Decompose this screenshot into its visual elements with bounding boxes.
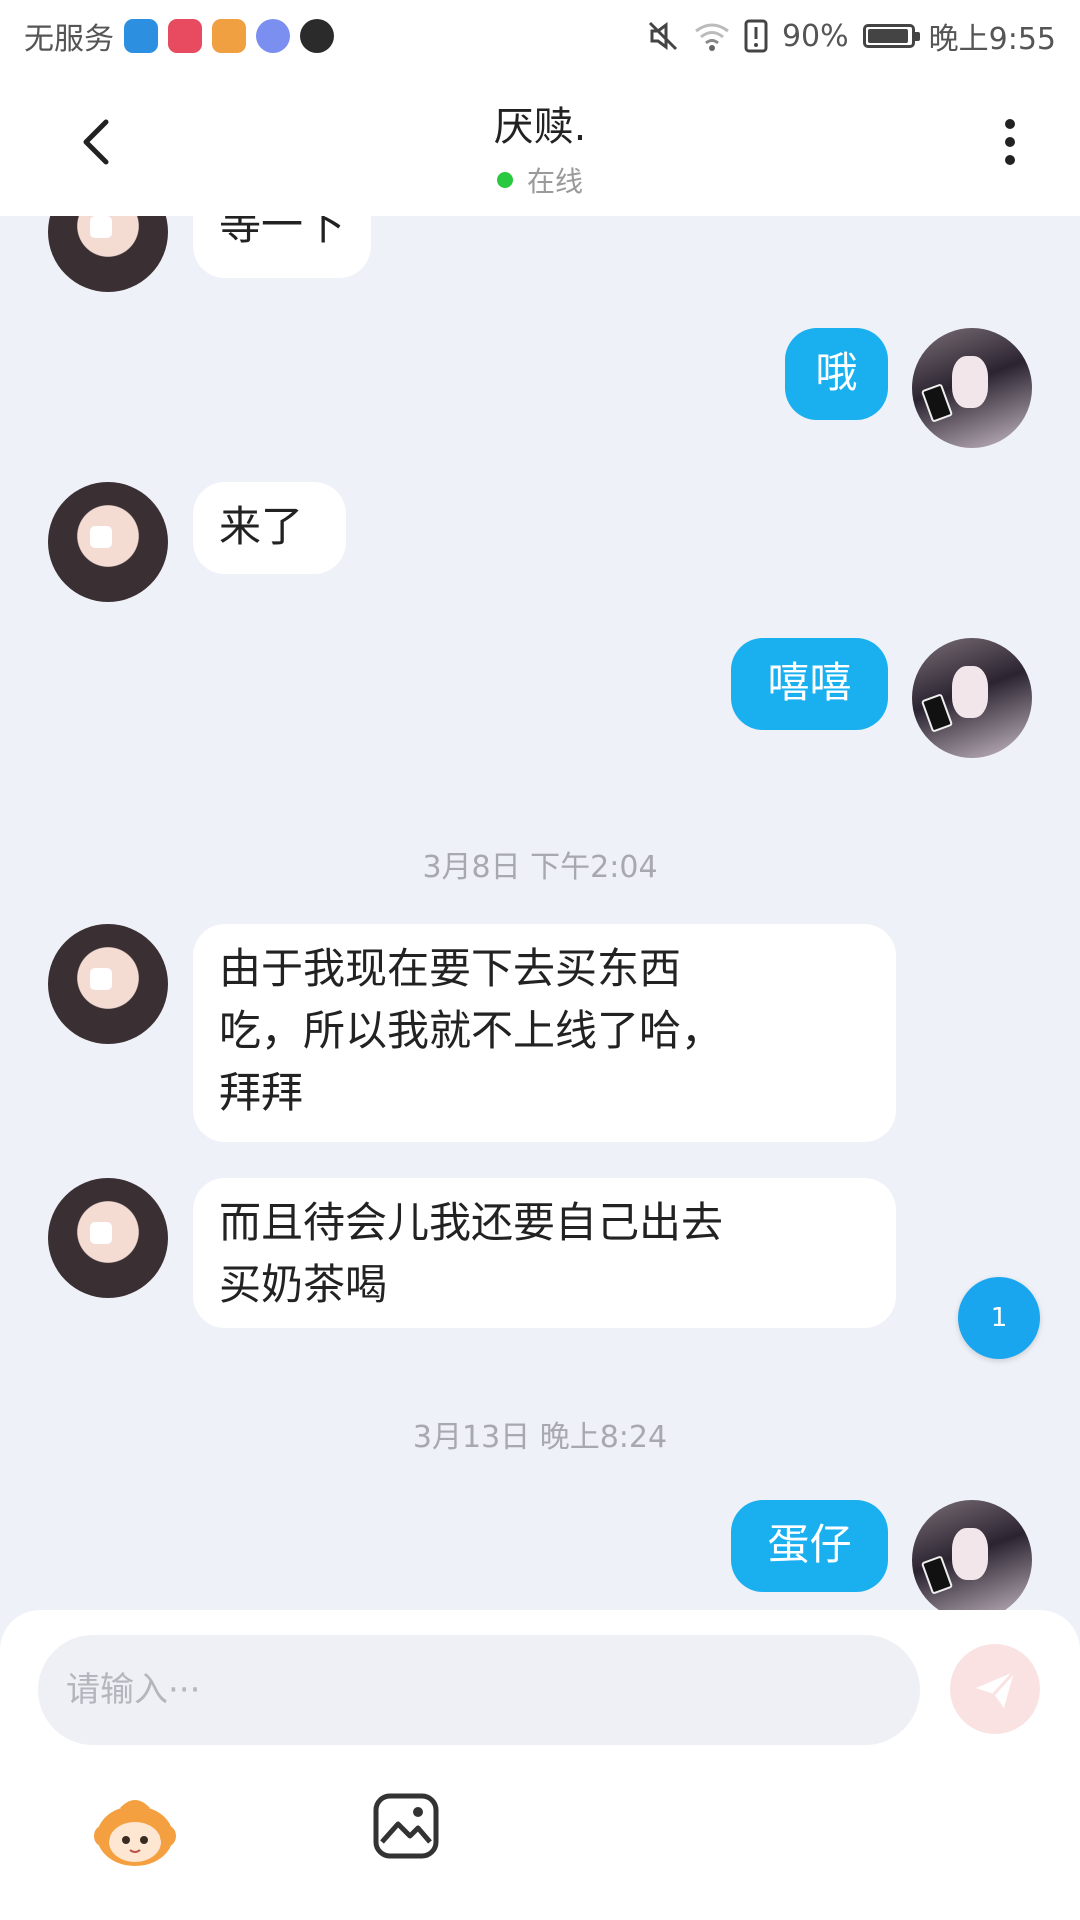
unread-count-badge[interactable]: 1 (958, 1277, 1040, 1359)
contact-name: 厌赎. (493, 104, 587, 150)
my-avatar[interactable] (912, 638, 1032, 758)
timestamp-divider: 3月13日 晚上8:24 (412, 1420, 668, 1455)
message-bubble-incoming[interactable]: 由于我现在要下去买东西 吃，所以我就不上线了哈， 拜拜 (193, 924, 896, 1142)
status-left: 无服务 (24, 14, 334, 58)
contact-avatar[interactable] (48, 482, 168, 602)
emoji-mascot-button[interactable] (90, 1790, 180, 1870)
message-text: 蛋仔 (767, 1520, 852, 1569)
status-bar: 无服务 90% 晚上9:55 (0, 0, 1080, 72)
message-input[interactable] (38, 1635, 920, 1745)
video-app-icon (212, 19, 246, 53)
send-button[interactable] (950, 1644, 1040, 1734)
my-avatar[interactable] (912, 328, 1032, 448)
carrier-text: 无服务 (24, 22, 114, 57)
message-bubble-outgoing[interactable]: 蛋仔 (731, 1500, 888, 1592)
message-bubble-incoming[interactable]: 而且待会儿我还要自己出去 买奶茶喝 (193, 1178, 896, 1328)
contact-avatar[interactable] (48, 924, 168, 1044)
online-dot-icon (496, 172, 513, 188)
message-text: 哦 (815, 348, 858, 397)
composer-bar (0, 1610, 1080, 1920)
message-bubble-incoming[interactable]: 来了 (193, 482, 346, 574)
shield-app-icon (124, 19, 158, 53)
message-text-line: 而且待会儿我还要自己出去 (219, 1198, 724, 1247)
online-status-label: 在线 (526, 165, 583, 198)
message-text: 嘻嘻 (767, 658, 852, 707)
status-right: 90% 晚上9:55 (646, 14, 1056, 58)
message-text-line: 由于我现在要下去买东西 (219, 944, 682, 993)
image-picker-icon[interactable] (372, 1792, 440, 1860)
huawei-app-icon (168, 19, 202, 53)
battery-icon (862, 24, 920, 48)
clock: 晚上9:55 (928, 22, 1056, 57)
contact-avatar[interactable] (48, 216, 168, 292)
timestamp-divider: 3月8日 下午2:04 (422, 850, 658, 885)
message-text: 等一下 (219, 216, 346, 249)
message-text: 来了 (219, 502, 304, 551)
sim-alert-icon (744, 19, 768, 53)
message-bubble-incoming[interactable]: 等一下 (193, 216, 372, 278)
mute-icon (648, 21, 677, 51)
chat-header: 厌赎. 在线 (0, 72, 1080, 216)
message-text-line: 买奶茶喝 (219, 1260, 388, 1309)
battery-percent: 90% (781, 18, 849, 54)
paper-plane-icon (976, 1670, 1016, 1708)
more-options-button[interactable] (990, 112, 1030, 172)
online-status: 在线 (0, 160, 1080, 200)
contact-avatar[interactable] (48, 1178, 168, 1298)
my-avatar[interactable] (912, 1500, 1032, 1610)
message-bubble-outgoing[interactable]: 哦 (785, 328, 888, 420)
wifi-icon (695, 23, 729, 51)
message-list[interactable]: 等一下 哦 来了 嘻嘻 3月8日 下午2:04 由于我现在要下去买东西 吃，所以… (0, 216, 1080, 1610)
message-text-line: 吃，所以我就不上线了哈， (219, 1006, 724, 1055)
message-bubble-outgoing[interactable]: 嘻嘻 (731, 638, 888, 730)
music-app-icon (256, 19, 290, 53)
tiktok-app-icon (300, 19, 334, 53)
message-text-line: 拜拜 (219, 1068, 304, 1117)
